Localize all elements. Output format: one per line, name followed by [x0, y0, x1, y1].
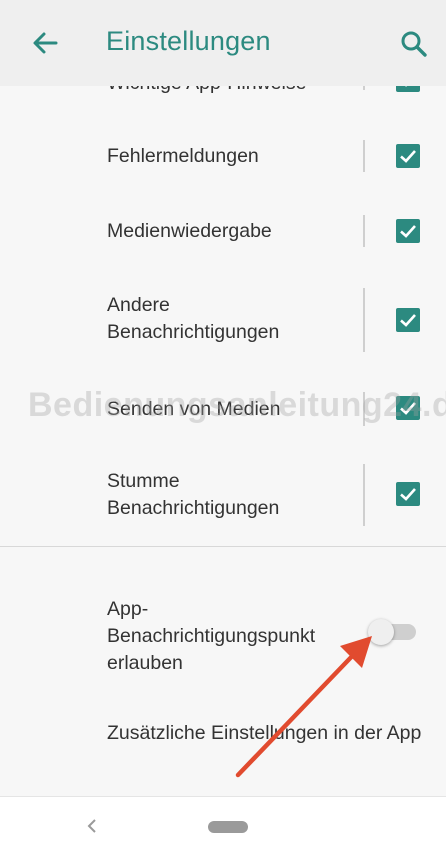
annotation-arrow-icon	[235, 636, 372, 778]
